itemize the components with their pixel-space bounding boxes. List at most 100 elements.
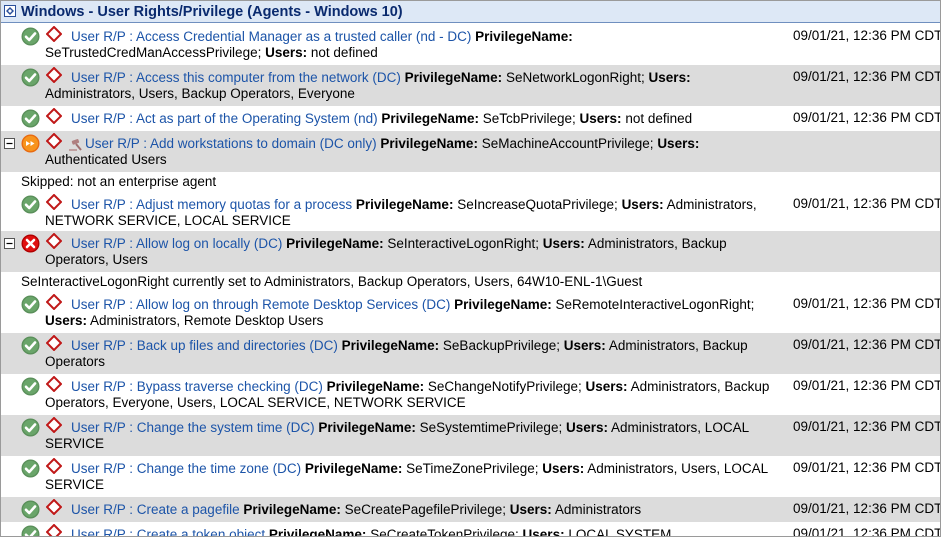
timestamp: 09/01/21, 12:36 PM CDT (793, 460, 941, 475)
rule-link[interactable]: User R/P : Access this computer from the… (71, 70, 401, 85)
result-text: User R/P : Add workstations to domain (D… (45, 136, 780, 168)
result-row[interactable]: User R/P : Change the time zone (DC) Pri… (1, 456, 940, 497)
result-text: User R/P : Create a pagefile PrivilegeNa… (45, 502, 780, 518)
section-title: Windows - User Rights/Privilege (Agents … (21, 4, 403, 20)
privilege-value: SeCreatePagefilePrivilege; (344, 502, 507, 517)
result-row[interactable]: User R/P : Create a token object Privile… (1, 522, 941, 537)
privilege-value: SeRemoteInteractiveLogonRight; (555, 297, 755, 312)
pass-check-icon (21, 27, 40, 46)
privilege-label: PrivilegeName: (318, 420, 416, 435)
privilege-value: SeCreateTokenPrivilege; (370, 527, 519, 537)
result-row[interactable]: User R/P : Bypass traverse checking (DC)… (1, 374, 940, 415)
result-text: User R/P : Access Credential Manager as … (45, 29, 780, 61)
section-header[interactable]: Windows - User Rights/Privilege (Agents … (1, 1, 940, 23)
rule-link[interactable]: User R/P : Adjust memory quotas for a pr… (71, 197, 352, 212)
users-label: Users: (585, 379, 628, 394)
result-text: User R/P : Adjust memory quotas for a pr… (45, 197, 780, 229)
timestamp: 09/01/21, 12:36 PM CDT (793, 69, 941, 84)
users-value: not defined (310, 45, 378, 60)
privilege-value: SeChangeNotifyPrivilege; (427, 379, 582, 394)
pass-check-icon (21, 195, 40, 214)
privilege-label: PrivilegeName: (355, 197, 454, 212)
privilege-label: PrivilegeName: (475, 29, 573, 44)
privilege-label: PrivilegeName: (380, 136, 478, 151)
privilege-label: PrivilegeName: (304, 461, 403, 476)
rule-link[interactable]: User R/P : Create a pagefile (71, 502, 240, 517)
privilege-label: PrivilegeName: (268, 527, 367, 537)
result-detail-row: Skipped: not an enterprise agent (1, 172, 940, 192)
result-row[interactable]: User R/P : Change the system time (DC) P… (1, 415, 940, 456)
result-text: User R/P : Bypass traverse checking (DC)… (45, 379, 780, 411)
result-text: User R/P : Act as part of the Operating … (45, 111, 780, 127)
rule-link[interactable]: User R/P : Access Credential Manager as … (71, 29, 471, 44)
result-text: User R/P : Allow log on locally (DC) Pri… (45, 236, 780, 268)
result-text: User R/P : Back up files and directories… (45, 338, 780, 370)
result-text: User R/P : Create a token object Privile… (45, 527, 780, 537)
privilege-value: SeNetworkLogonRight; (505, 70, 645, 85)
result-text: User R/P : Access this computer from the… (45, 70, 780, 102)
privilege-label: PrivilegeName: (341, 338, 440, 353)
result-row[interactable]: User R/P : Access this computer from the… (1, 65, 940, 106)
pass-check-icon (21, 68, 40, 87)
collapse-row-icon[interactable] (4, 138, 15, 149)
users-value: Administrators (554, 502, 642, 517)
timestamp: 09/01/21, 12:36 PM CDT (793, 28, 941, 43)
rule-link[interactable]: User R/P : Bypass traverse checking (DC) (71, 379, 323, 394)
rule-link[interactable]: User R/P : Change the time zone (DC) (71, 461, 301, 476)
result-row[interactable]: User R/P : Allow log on locally (DC) Pri… (1, 231, 940, 272)
rule-link[interactable]: User R/P : Act as part of the Operating … (71, 111, 378, 126)
timestamp: 09/01/21, 12:36 PM CDT (793, 419, 941, 434)
users-label: Users: (542, 461, 585, 476)
users-value: Administrators, Users, Backup Operators,… (45, 86, 355, 101)
users-label: Users: (563, 338, 606, 353)
pass-check-icon (21, 295, 40, 314)
timestamp: 09/01/21, 12:36 PM CDT (793, 501, 941, 516)
result-detail-row: SeInteractiveLogonRight currently set to… (1, 272, 940, 292)
fail-x-icon (21, 234, 40, 253)
pass-check-icon (21, 500, 40, 519)
privilege-label: PrivilegeName: (404, 70, 503, 85)
users-label: Users: (542, 236, 585, 251)
collapse-section-icon[interactable] (4, 5, 16, 17)
result-row[interactable]: User R/P : Adjust memory quotas for a pr… (1, 192, 940, 231)
result-text: User R/P : Change the time zone (DC) Pri… (45, 461, 780, 493)
rule-link[interactable]: User R/P : Change the system time (DC) (71, 420, 315, 435)
rule-link[interactable]: User R/P : Create a token object (71, 527, 265, 536)
users-label: Users: (265, 45, 308, 60)
pass-check-icon (21, 377, 40, 396)
pass-check-icon (21, 525, 40, 536)
privilege-label: PrivilegeName: (243, 502, 341, 517)
result-row[interactable]: User R/P : Back up files and directories… (1, 333, 940, 374)
privilege-label: PrivilegeName: (286, 236, 384, 251)
skip-icon (21, 134, 40, 153)
users-value: LOCAL SYSTEM (568, 527, 672, 537)
rule-link[interactable]: User R/P : Allow log on through Remote D… (71, 297, 450, 312)
privilege-value: SeTcbPrivilege; (482, 111, 576, 126)
privilege-value: SeInteractiveLogonRight; (387, 236, 540, 251)
pass-check-icon (21, 336, 40, 355)
users-label: Users: (45, 313, 88, 328)
result-row[interactable]: User R/P : Access Credential Manager as … (1, 24, 940, 65)
result-row[interactable]: User R/P : Add workstations to domain (D… (1, 131, 940, 172)
users-value: Administrators, Remote Desktop Users (90, 313, 324, 328)
users-label: Users: (621, 197, 664, 212)
result-row[interactable]: User R/P : Allow log on through Remote D… (1, 292, 940, 333)
result-row[interactable]: User R/P : Act as part of the Operating … (1, 106, 940, 131)
privilege-value: SeBackupPrivilege; (442, 338, 560, 353)
timestamp: 09/01/21, 12:36 PM CDT (793, 526, 941, 537)
rule-link[interactable]: User R/P : Add workstations to domain (D… (85, 136, 377, 151)
collapse-row-icon[interactable] (4, 238, 15, 249)
privilege-label: PrivilegeName: (381, 111, 479, 126)
privilege-value: SeTimeZonePrivilege; (406, 461, 539, 476)
result-row[interactable]: User R/P : Create a pagefile PrivilegeNa… (1, 497, 940, 522)
timestamp: 09/01/21, 12:36 PM CDT (793, 337, 941, 352)
timestamp: 09/01/21, 12:36 PM CDT (793, 378, 941, 393)
privilege-value: SeMachineAccountPrivilege; (481, 136, 654, 151)
users-label: Users: (579, 111, 622, 126)
results-panel: Windows - User Rights/Privilege (Agents … (0, 0, 941, 537)
pass-check-icon (21, 459, 40, 478)
privilege-label: PrivilegeName: (326, 379, 425, 394)
users-label: Users: (657, 136, 700, 151)
rule-link[interactable]: User R/P : Back up files and directories… (71, 338, 338, 353)
rule-link[interactable]: User R/P : Allow log on locally (DC) (71, 236, 282, 251)
